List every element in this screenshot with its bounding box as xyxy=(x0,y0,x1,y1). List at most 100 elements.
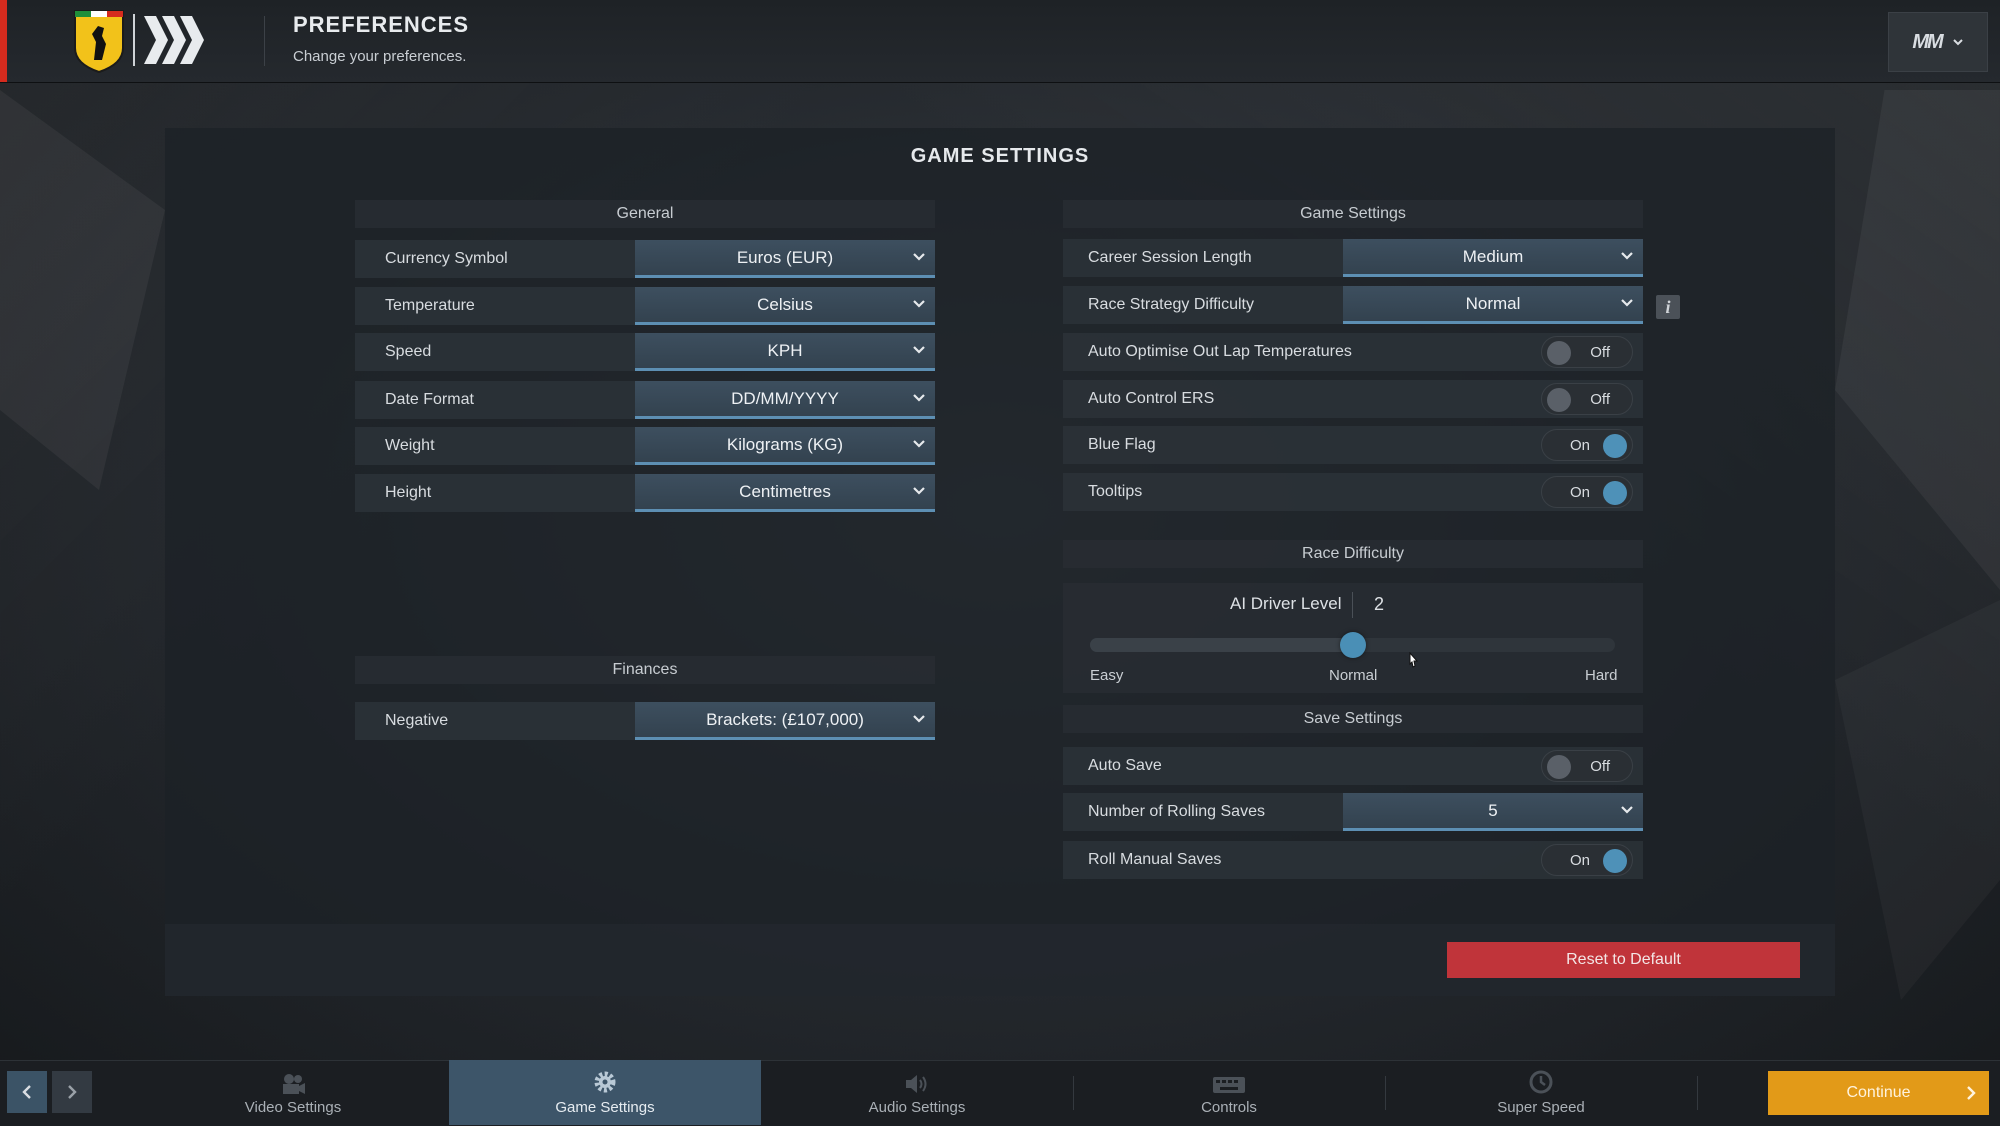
temperature-label: Temperature xyxy=(385,297,475,314)
clock-icon xyxy=(1529,1070,1553,1094)
speed-dropdown[interactable]: KPH xyxy=(635,333,935,371)
rolling-saves-dropdown[interactable]: 5 xyxy=(1343,793,1643,831)
auto-control-ers-toggle[interactable]: Off xyxy=(1541,383,1633,415)
rolling-saves-value: 5 xyxy=(1488,800,1498,820)
race-difficulty-header-label: Race Difficulty xyxy=(1302,545,1404,562)
ai-driver-level-slider[interactable] xyxy=(1090,632,1615,658)
continue-label: Continue xyxy=(1846,1084,1911,1101)
tab-label: Video Settings xyxy=(244,1099,342,1116)
currency-symbol-label: Currency Symbol xyxy=(385,250,508,267)
negative-dropdown[interactable]: Brackets: (£107,000) xyxy=(635,702,935,740)
auto-optimise-row: Auto Optimise Out Lap Temperatures Off xyxy=(1063,333,1643,371)
chevron-down-icon xyxy=(1621,299,1633,307)
race-strategy-difficulty-dropdown[interactable]: Normal xyxy=(1343,286,1643,324)
currency-symbol-value: Euros (EUR) xyxy=(736,247,834,267)
speed-row: Speed KPH xyxy=(355,333,935,371)
temperature-row: Temperature Celsius xyxy=(355,287,935,325)
height-row: Height Centimetres xyxy=(355,474,935,512)
toggle-state: On xyxy=(1570,852,1591,869)
tab-label: Super Speed xyxy=(1497,1099,1585,1116)
speed-label: Speed xyxy=(385,343,432,360)
logo-divider xyxy=(133,14,135,66)
tooltips-toggle[interactable]: On xyxy=(1541,476,1633,508)
chevron-down-icon xyxy=(913,394,925,402)
blue-flag-row: Blue Flag On xyxy=(1063,426,1643,464)
auto-optimise-toggle[interactable]: Off xyxy=(1541,336,1633,368)
save-settings-header-label: Save Settings xyxy=(1303,710,1403,727)
continue-button[interactable]: Continue xyxy=(1768,1071,1989,1115)
chevron-right-icon xyxy=(68,1085,77,1099)
career-session-length-value: Medium xyxy=(1462,246,1524,266)
tab-super-speed[interactable]: Super Speed xyxy=(1385,1060,1697,1125)
previous-page-button[interactable] xyxy=(7,1071,47,1113)
toggle-knob xyxy=(1547,341,1571,365)
roll-manual-saves-toggle[interactable]: On xyxy=(1541,844,1633,876)
tab-divider xyxy=(1697,1076,1698,1110)
auto-control-ers-label: Auto Control ERS xyxy=(1088,390,1215,407)
career-session-length-row: Career Session Length Medium xyxy=(1063,239,1643,277)
chevron-down-icon xyxy=(913,487,925,495)
profile-logo: MM xyxy=(1912,30,1943,53)
camera-icon xyxy=(283,1074,305,1094)
toggle-knob xyxy=(1603,434,1627,458)
auto-save-toggle[interactable]: Off xyxy=(1541,750,1633,782)
slider-thumb[interactable] xyxy=(1340,632,1366,658)
weight-value: Kilograms (KG) xyxy=(726,434,844,454)
page-title: PREFERENCES xyxy=(293,12,470,37)
race-strategy-difficulty-row: Race Strategy Difficulty Normal xyxy=(1063,286,1643,324)
roll-manual-saves-label: Roll Manual Saves xyxy=(1088,851,1222,868)
auto-control-ers-row: Auto Control ERS Off xyxy=(1063,380,1643,418)
chevron-right-icon xyxy=(1967,1086,1976,1100)
blue-flag-toggle[interactable]: On xyxy=(1541,429,1633,461)
ai-driver-level-label: AI Driver Level xyxy=(1230,594,1342,613)
date-format-dropdown[interactable]: DD/MM/YYYY xyxy=(635,381,935,419)
profile-menu-button[interactable]: MM xyxy=(1888,12,1988,72)
date-format-row: Date Format DD/MM/YYYY xyxy=(355,381,935,419)
currency-symbol-row: Currency Symbol Euros (EUR) xyxy=(355,240,935,278)
date-format-label: Date Format xyxy=(385,391,474,408)
header-separator xyxy=(264,16,265,66)
save-settings-section-header: Save Settings xyxy=(1063,705,1643,733)
career-session-length-label: Career Session Length xyxy=(1088,249,1252,266)
rolling-saves-row: Number of Rolling Saves 5 xyxy=(1063,793,1643,831)
speed-value: KPH xyxy=(767,340,803,360)
tooltips-row: Tooltips On xyxy=(1063,473,1643,511)
general-header-label: General xyxy=(616,205,674,222)
toggle-state: Off xyxy=(1590,758,1610,775)
tab-controls[interactable]: Controls xyxy=(1073,1060,1385,1125)
slider-fill xyxy=(1090,638,1353,652)
auto-save-label: Auto Save xyxy=(1088,757,1162,774)
chevron-down-icon xyxy=(913,440,925,448)
speaker-icon xyxy=(906,1075,927,1093)
panel-title: GAME SETTINGS xyxy=(910,145,1090,167)
chevron-down-icon xyxy=(913,715,925,723)
chevron-down-icon xyxy=(913,346,925,354)
game-logo xyxy=(144,16,204,64)
chevron-down-icon xyxy=(913,253,925,261)
ai-level-separator xyxy=(1352,592,1353,618)
tab-video-settings[interactable]: Video Settings xyxy=(137,1060,449,1125)
toggle-knob xyxy=(1547,388,1571,412)
temperature-dropdown[interactable]: Celsius xyxy=(635,287,935,325)
next-page-button[interactable] xyxy=(52,1071,92,1113)
finances-header-label: Finances xyxy=(612,661,678,678)
tooltips-label: Tooltips xyxy=(1088,483,1143,500)
tab-audio-settings[interactable]: Audio Settings xyxy=(761,1060,1073,1125)
height-dropdown[interactable]: Centimetres xyxy=(635,474,935,512)
slider-tick-easy: Easy xyxy=(1090,667,1124,684)
finances-section-header: Finances xyxy=(355,656,935,684)
reset-to-default-button[interactable]: Reset to Default xyxy=(1447,942,1800,978)
gear-icon xyxy=(594,1071,616,1093)
race-strategy-difficulty-label: Race Strategy Difficulty xyxy=(1088,296,1254,313)
height-label: Height xyxy=(385,484,432,501)
currency-symbol-dropdown[interactable]: Euros (EUR) xyxy=(635,240,935,278)
career-session-length-dropdown[interactable]: Medium xyxy=(1343,239,1643,277)
tab-game-settings[interactable]: Game Settings xyxy=(449,1060,761,1125)
page-subtitle: Change your preferences. xyxy=(293,48,467,65)
ai-driver-level-value: 2 xyxy=(1374,594,1385,614)
weight-row: Weight Kilograms (KG) xyxy=(355,427,935,465)
info-icon[interactable]: i xyxy=(1656,295,1680,319)
weight-dropdown[interactable]: Kilograms (KG) xyxy=(635,427,935,465)
slider-tick-hard: Hard xyxy=(1585,667,1618,684)
toggle-knob xyxy=(1547,755,1571,779)
